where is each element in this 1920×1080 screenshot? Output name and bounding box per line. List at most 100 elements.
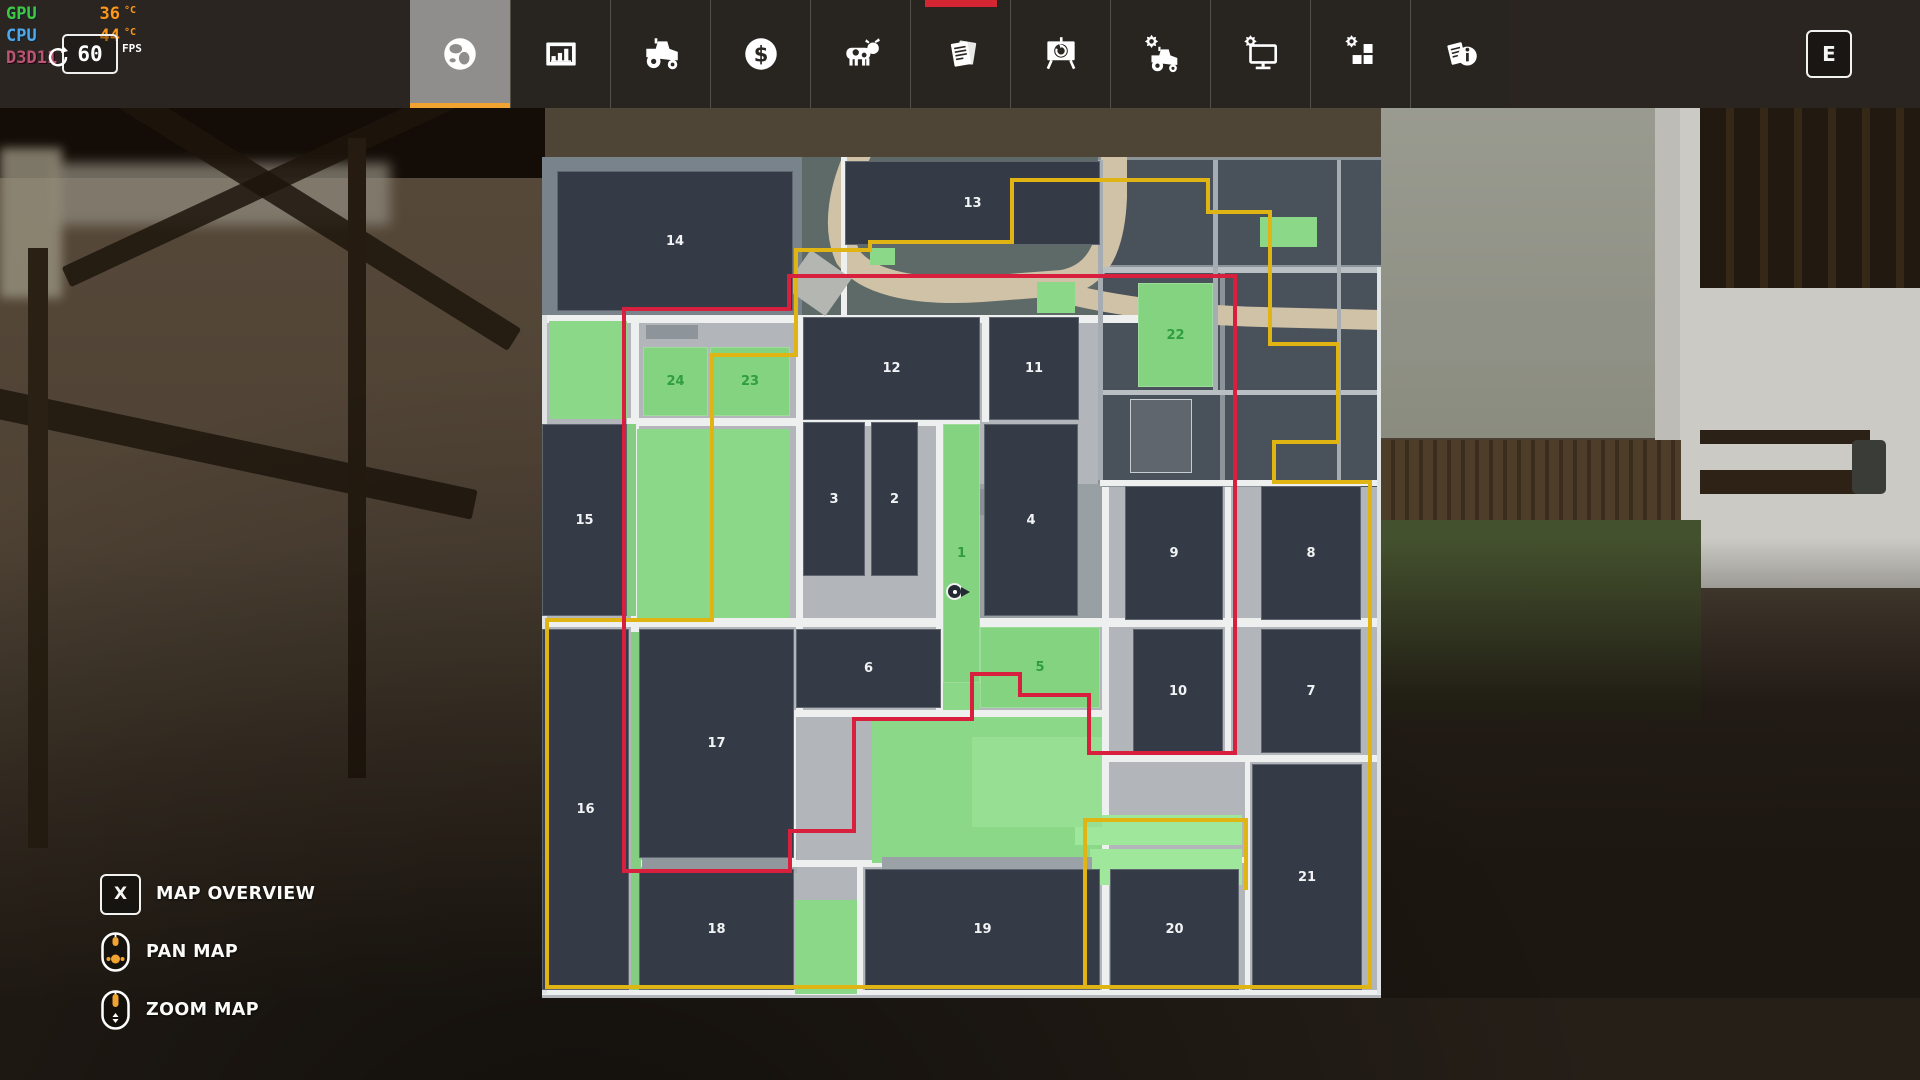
field-number-label: 3 — [829, 492, 838, 507]
tab-help[interactable] — [1410, 0, 1510, 108]
field-number-label: 15 — [575, 513, 593, 528]
map-grass-area — [795, 900, 857, 994]
route-line-yellow — [868, 240, 1014, 244]
map-road — [1377, 267, 1381, 994]
map-field-13[interactable]: 13 — [845, 161, 1100, 245]
field-number-label: 14 — [666, 234, 684, 249]
route-line-yellow — [710, 353, 798, 357]
tab-animals[interactable] — [810, 0, 910, 108]
map-field-19[interactable]: 19 — [865, 869, 1100, 990]
map-field-20[interactable]: 20 — [1110, 869, 1239, 990]
map-field-11[interactable]: 11 — [989, 317, 1079, 420]
tab-finances[interactable] — [510, 0, 610, 108]
map-icon — [439, 33, 481, 75]
route-line-yellow — [1206, 210, 1272, 214]
field-number-label: 13 — [963, 196, 981, 211]
route-line-yellow — [794, 248, 868, 252]
map-field-18[interactable]: 18 — [639, 869, 794, 990]
game-settings-icon — [1240, 33, 1282, 75]
map-field-21[interactable]: 21 — [1252, 764, 1362, 990]
field-number-label: 11 — [1025, 361, 1043, 376]
tab-map[interactable] — [410, 0, 510, 108]
map-field-14[interactable]: 14 — [557, 171, 793, 311]
route-line-yellow — [545, 985, 1372, 989]
fps-value: 60 — [77, 42, 102, 66]
map-road — [542, 990, 1381, 995]
key-hint-x: X — [100, 874, 141, 915]
help-row-pan-map: PAN MAP — [100, 930, 315, 974]
map-field-17[interactable]: 17 — [639, 629, 794, 858]
route-line-yellow — [1336, 342, 1340, 444]
tab-production[interactable] — [1010, 0, 1110, 108]
tab-maintenance[interactable] — [1110, 0, 1210, 108]
tab-game-settings[interactable] — [1210, 0, 1310, 108]
map-grass-area — [972, 737, 1102, 827]
cpu-label: CPU — [6, 26, 37, 46]
map-field-24[interactable]: 24 — [643, 347, 708, 416]
production-icon — [1040, 33, 1082, 75]
bench-seat — [1700, 470, 1870, 494]
map-overview-panel[interactable]: 141312112224231532149865107171621181920 — [542, 157, 1381, 998]
map-field-15[interactable]: 15 — [542, 424, 627, 616]
map-field-2[interactable]: 2 — [871, 422, 918, 576]
route-line-red — [970, 672, 974, 721]
route-line-yellow — [1244, 818, 1248, 890]
route-line-yellow — [545, 618, 549, 989]
map-grass-area — [870, 248, 895, 265]
map-field-4[interactable]: 4 — [984, 424, 1078, 616]
map-road — [790, 710, 1105, 717]
wood-post — [348, 138, 366, 778]
svg-text:$: $ — [753, 42, 768, 66]
route-line-yellow — [1206, 178, 1210, 214]
scene-farmhouse — [1381, 108, 1920, 1080]
route-line-yellow — [1272, 440, 1340, 444]
map-field-10[interactable]: 10 — [1133, 629, 1223, 753]
map-field-8[interactable]: 8 — [1261, 486, 1361, 620]
map-road — [1102, 487, 1109, 994]
contracts-icon — [940, 33, 982, 75]
map-field-23[interactable]: 23 — [710, 347, 790, 416]
tab-money[interactable]: $ — [710, 0, 810, 108]
fs19-map-overview-screen: { "hud": { "gpu_label": "GPU", "gpu_temp… — [0, 0, 1920, 1080]
map-road — [982, 316, 989, 422]
map-field-1[interactable]: 1 — [943, 424, 980, 683]
wood-beam — [0, 386, 478, 519]
map-field-6[interactable]: 6 — [796, 629, 941, 708]
gpu-label: GPU — [6, 4, 37, 24]
field-number-label: 22 — [1166, 328, 1184, 343]
field-number-label: 16 — [576, 802, 594, 817]
map-field-3[interactable]: 3 — [803, 422, 865, 576]
field-number-label: 23 — [741, 374, 759, 389]
tab-general-settings[interactable] — [1310, 0, 1410, 108]
fps-label: FPS — [122, 42, 142, 55]
map-field-22[interactable]: 22 — [1138, 283, 1213, 387]
map-road — [1225, 487, 1231, 759]
map-field-16[interactable]: 16 — [542, 629, 629, 990]
field-number-label: 8 — [1306, 546, 1315, 561]
route-line-red — [787, 274, 791, 311]
route-line-red — [1233, 274, 1237, 755]
field-number-label: 21 — [1298, 870, 1316, 885]
route-line-red — [788, 829, 792, 873]
route-line-yellow — [794, 248, 798, 357]
map-field-12[interactable]: 12 — [803, 317, 980, 420]
refresh-arrow-icon — [46, 44, 72, 70]
bench-back — [1700, 430, 1870, 444]
key-x-label: X — [114, 884, 127, 904]
tab-vehicles[interactable] — [610, 0, 710, 108]
general-settings-icon — [1340, 33, 1382, 75]
help-label: PAN MAP — [146, 942, 238, 962]
mouse-pan-icon — [100, 931, 131, 973]
field-number-label: 1 — [957, 546, 966, 561]
active-tab-underline — [410, 103, 510, 108]
route-line-red — [622, 307, 626, 873]
help-row-zoom-map: ZOOM MAP — [100, 988, 315, 1032]
route-line-yellow — [1083, 890, 1087, 987]
map-field-7[interactable]: 7 — [1261, 629, 1361, 753]
route-line-yellow — [1010, 178, 1014, 244]
tab-contracts[interactable] — [910, 0, 1010, 108]
key-hint-e-label: E — [1822, 42, 1836, 66]
field-number-label: 18 — [707, 922, 725, 937]
field-number-label: 4 — [1026, 513, 1035, 528]
map-field-9[interactable]: 9 — [1125, 486, 1223, 620]
